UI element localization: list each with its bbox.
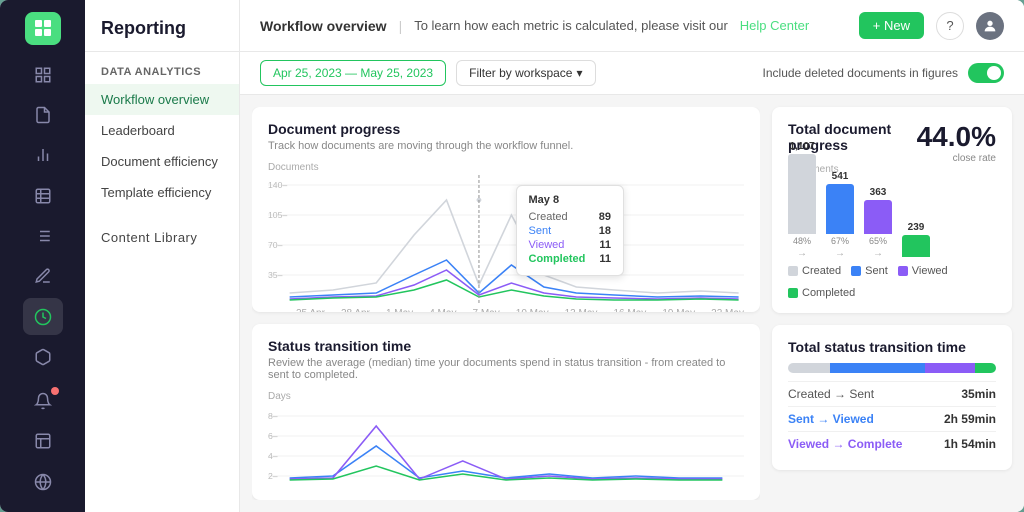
tooltip-sent-row: Sent 18: [529, 225, 611, 237]
doc-progress-title: Document progress: [268, 121, 744, 137]
topbar-section: Workflow overview: [260, 18, 387, 34]
transition-label-sent-viewed: Sent → Viewed: [788, 412, 874, 426]
new-button[interactable]: + New: [859, 12, 924, 39]
doc-progress-chart: 140– 105– 70– 35–: [268, 175, 744, 305]
nav-section-content: Content Library: [85, 216, 239, 251]
svg-text:8–: 8–: [268, 411, 278, 421]
chevron-down-icon: ▾: [576, 66, 582, 80]
transition-value-viewed-complete: 1h 54min: [944, 437, 996, 451]
content-area: Document progress Track how documents ar…: [240, 95, 1024, 512]
filter-workspace-button[interactable]: Filter by workspace ▾: [456, 60, 595, 86]
bar-legend-created: Created: [788, 265, 841, 277]
svg-text:70–: 70–: [268, 240, 283, 250]
close-rate-value: 44.0%: [917, 121, 996, 153]
transition-value-created-sent: 35min: [961, 387, 996, 401]
bar-viewed-rect: [864, 200, 892, 234]
svg-text:2–: 2–: [268, 471, 278, 481]
main-content: Workflow overview | To learn how each me…: [240, 0, 1024, 512]
transition-row-sent-viewed: Sent → Viewed 2h 59min: [788, 406, 996, 431]
bar-legend-viewed: Viewed: [898, 265, 948, 277]
bar-created-rect: [788, 154, 816, 234]
sidebar-icon-template[interactable]: [23, 423, 63, 459]
chart-tooltip: May 8 Created 89 Sent 18: [516, 185, 624, 276]
status-transition-title: Status transition time: [268, 338, 744, 354]
sidebar-icon-grid[interactable]: [23, 57, 63, 93]
status-y-label: Days: [268, 391, 744, 402]
nav-section-data-analytics: Data analytics: [85, 52, 239, 84]
svg-text:4–: 4–: [268, 451, 278, 461]
tooltip-created-row: Created 89: [529, 211, 611, 223]
bar-seg-completed: [975, 363, 996, 373]
doc-progress-x-axis: 25 Apr 28 Apr 1 May 4 May 7 May 10 May 1…: [268, 308, 744, 312]
topbar-description: To learn how each metric is calculated, …: [414, 18, 728, 33]
close-rate-label: close rate: [917, 153, 996, 164]
filters-bar: Apr 25, 2023 — May 25, 2023 Filter by wo…: [240, 52, 1024, 95]
left-column: Document progress Track how documents ar…: [252, 107, 760, 500]
bar-chart-legend: Created Sent Viewed Completed: [788, 265, 996, 299]
sidebar-icon-box[interactable]: [23, 339, 63, 375]
bar-sent: 541 67% →: [826, 171, 854, 259]
nav-title: Reporting: [85, 0, 239, 52]
sidebar: [0, 0, 85, 512]
doc-progress-subtitle: Track how documents are moving through t…: [268, 140, 744, 152]
svg-text:105–: 105–: [268, 210, 288, 220]
bar-seg-created: [788, 363, 830, 373]
transition-bar: [788, 363, 996, 373]
nav-item-document-efficiency[interactable]: Document efficiency: [85, 146, 239, 177]
transition-label-created-sent: Created → Sent: [788, 387, 874, 401]
help-button[interactable]: ?: [936, 12, 964, 40]
status-transition-subtitle: Review the average (median) time your do…: [268, 357, 744, 381]
transition-label-viewed-complete: Viewed → Complete: [788, 437, 902, 451]
svg-text:140–: 140–: [268, 180, 288, 190]
date-range-button[interactable]: Apr 25, 2023 — May 25, 2023: [260, 60, 446, 86]
sidebar-icon-file[interactable]: [23, 97, 63, 133]
progress-header: Total document progress 44.0% close rate: [788, 121, 996, 164]
bar-completed-rect: [902, 235, 930, 257]
close-rate-container: 44.0% close rate: [917, 121, 996, 164]
bar-completed: 239: [902, 222, 930, 259]
tooltip-date: May 8: [529, 194, 611, 206]
nav-item-workflow-overview[interactable]: Workflow overview: [85, 84, 239, 115]
bar-created: 1,107 48% →: [788, 141, 816, 259]
bar-sent-rect: [826, 184, 854, 234]
nav-item-template-efficiency[interactable]: Template efficiency: [85, 177, 239, 208]
document-progress-card: Document progress Track how documents ar…: [252, 107, 760, 312]
bar-viewed: 363 65% →: [864, 187, 892, 259]
total-status-title: Total status transition time: [788, 339, 996, 355]
bar-seg-viewed: [925, 363, 975, 373]
status-transition-chart: 8– 6– 4– 2–: [268, 406, 744, 486]
sidebar-icon-table[interactable]: [23, 178, 63, 214]
bar-chart-y-label: Documents: [788, 164, 996, 175]
sidebar-icon-clock[interactable]: [23, 298, 63, 334]
sidebar-icon-bell[interactable]: [23, 383, 63, 419]
svg-text:35–: 35–: [268, 270, 283, 280]
logo[interactable]: [25, 12, 61, 45]
status-transition-card: Status transition time Review the averag…: [252, 324, 760, 500]
nav-panel: Reporting Data analytics Workflow overvi…: [85, 0, 240, 512]
transition-row-created-sent: Created → Sent 35min: [788, 381, 996, 406]
sidebar-icon-pen[interactable]: [23, 258, 63, 294]
transition-row-viewed-complete: Viewed → Complete 1h 54min: [788, 431, 996, 456]
help-center-link[interactable]: Help Center: [740, 18, 809, 33]
total-doc-progress-card: Total document progress 44.0% close rate…: [772, 107, 1012, 313]
tooltip-viewed-row: Viewed 11: [529, 239, 611, 251]
total-status-transition-card: Total status transition time Created → S…: [772, 325, 1012, 470]
tooltip-completed-row: Completed 11: [529, 253, 611, 265]
bar-chart-container: 1,107 48% → 541 67% →: [788, 179, 996, 259]
doc-progress-y-label: Documents: [268, 162, 744, 173]
user-avatar[interactable]: [976, 12, 1004, 40]
sidebar-icon-globe[interactable]: [23, 464, 63, 500]
bar-legend-completed: Completed: [788, 287, 855, 299]
bar-legend-sent: Sent: [851, 265, 888, 277]
transition-value-sent-viewed: 2h 59min: [944, 412, 996, 426]
top-bar: Workflow overview | To learn how each me…: [240, 0, 1024, 52]
include-deleted-toggle[interactable]: [968, 63, 1004, 83]
nav-item-leaderboard[interactable]: Leaderboard: [85, 115, 239, 146]
right-column: Total document progress 44.0% close rate…: [772, 107, 1012, 500]
svg-text:6–: 6–: [268, 431, 278, 441]
include-deleted-label: Include deleted documents in figures: [763, 66, 958, 80]
bar-seg-sent: [830, 363, 926, 373]
sidebar-icon-list[interactable]: [23, 218, 63, 254]
sidebar-icon-chart[interactable]: [23, 137, 63, 173]
